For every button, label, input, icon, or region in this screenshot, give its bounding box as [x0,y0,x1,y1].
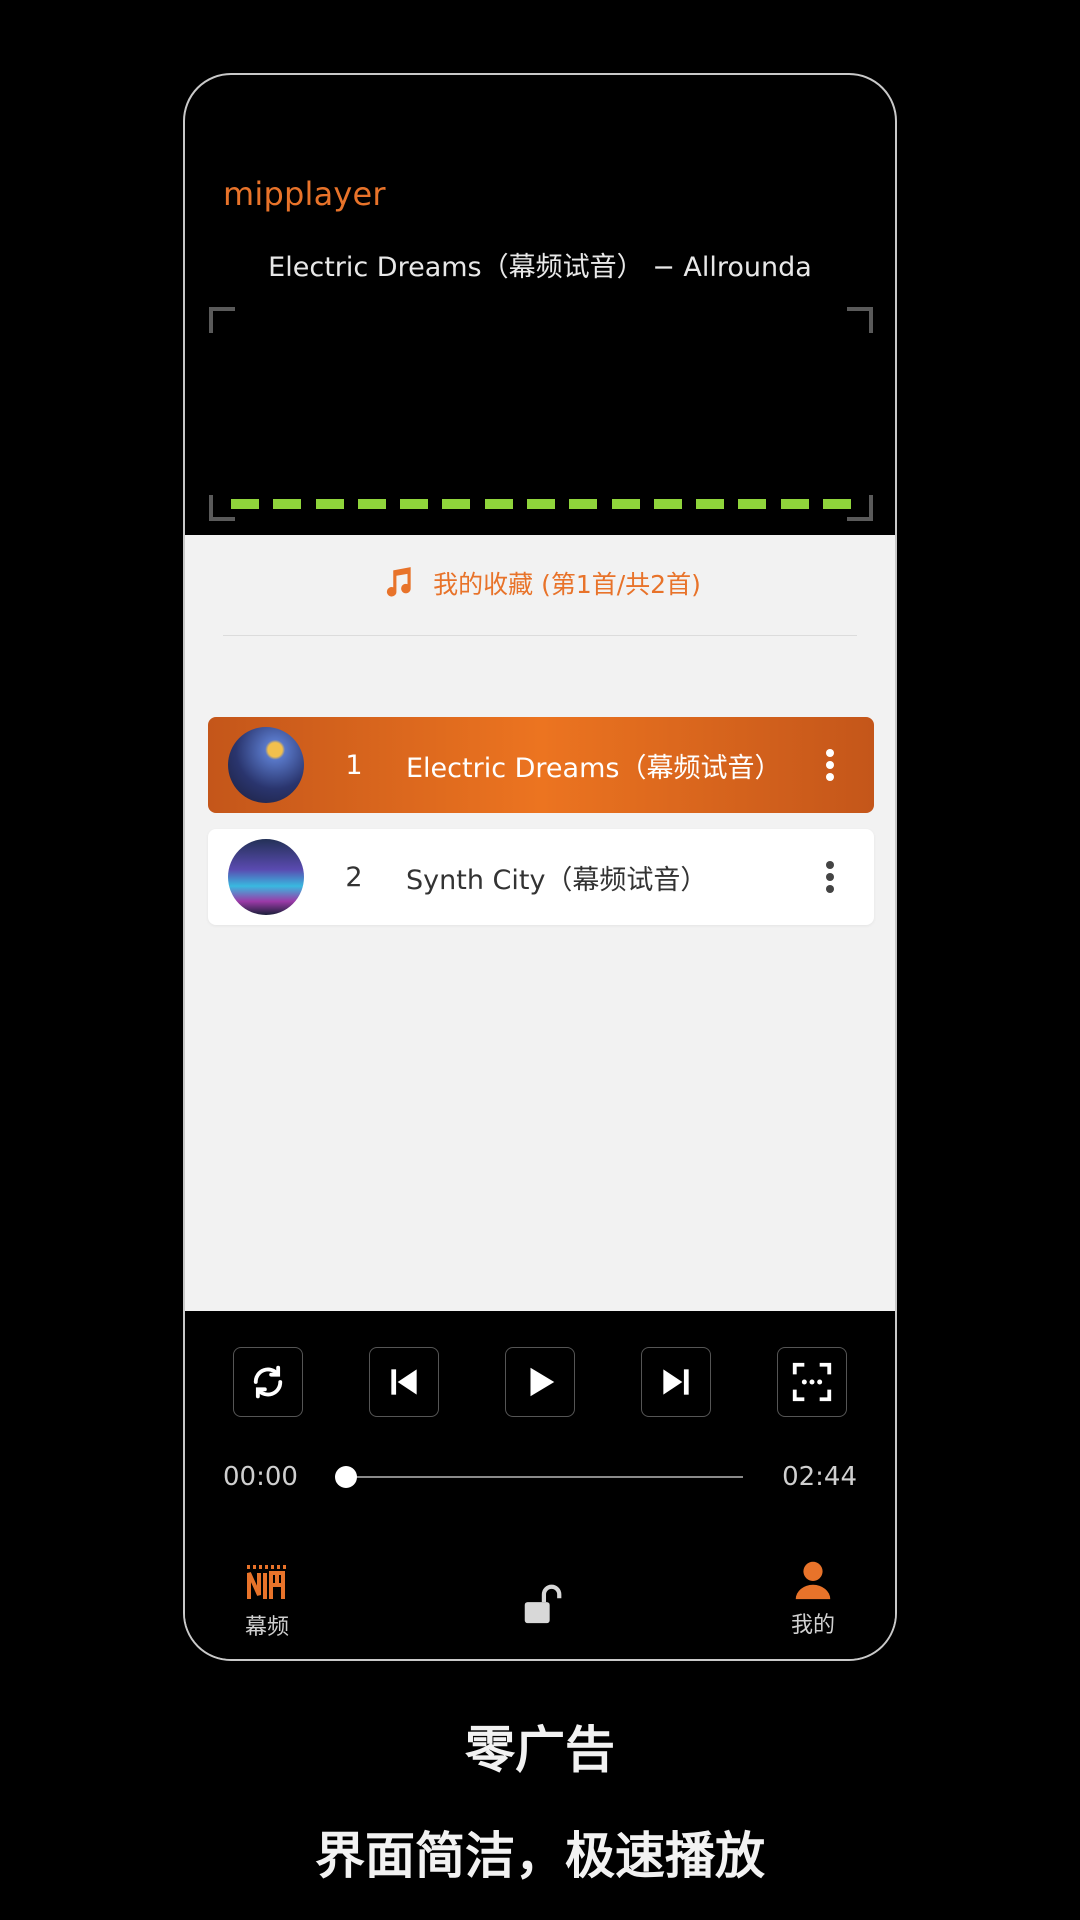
play-icon [530,1367,555,1397]
next-button[interactable] [641,1347,711,1417]
progress-bar[interactable]: 00:00 02:44 [223,1459,857,1495]
now-playing-title: Electric Dreams（幕频试音） − Allrounda [268,252,812,283]
visualizer-segment [569,499,598,509]
unlock-icon [524,1584,562,1624]
progress-knob[interactable] [335,1466,357,1488]
playlist-header-label: 我的收藏 (第1首/共2首) [433,570,701,599]
visualizer-segment [357,499,386,509]
track-number: 1 [345,749,363,781]
more-options-icon[interactable] [800,735,860,795]
visualizer-corner [209,307,235,333]
visualizer-segment [822,499,851,509]
user-profile-icon [795,1561,831,1600]
visualizer-segment [442,499,471,509]
visualizer-segment [738,499,767,509]
track-row[interactable]: 2 Synth City（幕频试音） [208,829,874,925]
more-options-icon[interactable] [800,847,860,907]
phone-frame: mipplayer Electric Dreams（幕频试音） − Allrou… [183,73,897,1661]
app-title: mipplayer [223,175,386,213]
music-note-icon [387,567,411,597]
album-cover [228,727,304,803]
previous-button[interactable] [369,1347,439,1417]
playlist-panel: 我的收藏 (第1首/共2首) 1 Electric Dreams（幕频试音） 2… [185,535,895,1311]
album-cover [228,839,304,915]
track-row-active[interactable]: 1 Electric Dreams（幕频试音） [208,717,874,813]
fullscreen-button[interactable] [777,1347,847,1417]
bottom-nav: 幕频 我的 [185,1557,895,1659]
audio-visualizer [209,307,873,521]
player-controls: 00:00 02:44 幕频 我的 [185,1311,895,1659]
visualizer-segment [484,499,513,509]
track-title: Synth City（幕频试音） [406,864,708,896]
nav-mine[interactable]: 我的 [753,1557,873,1639]
nav-left-label: 幕频 [244,1615,289,1640]
previous-icon [391,1369,417,1395]
visualizer-bars [231,499,851,509]
repeat-button[interactable] [233,1347,303,1417]
visualizer-segment [780,499,809,509]
visualizer-segment [315,499,344,509]
play-button[interactable] [505,1347,575,1417]
visualizer-segment [400,499,429,509]
visualizer-segment [611,499,640,509]
caption-headline: 零广告 [465,1721,615,1779]
next-icon [663,1369,689,1395]
visualizer-segment [653,499,682,509]
repeat-icon [253,1365,283,1399]
playlist-header[interactable]: 我的收藏 (第1首/共2首) [185,563,895,603]
visualizer-segment [696,499,725,509]
track-title: Electric Dreams（幕频试音） [406,752,782,784]
lock-button[interactable] [482,1581,602,1627]
visualizer-corner [847,307,873,333]
current-time: 00:00 [223,1462,298,1492]
visualizer-segment [273,499,302,509]
nav-right-label: 我的 [790,1613,835,1638]
total-time: 02:44 [782,1462,857,1492]
mufreq-logo-icon [247,1565,287,1599]
nav-mufreq[interactable]: 幕频 [207,1557,327,1641]
progress-track[interactable] [335,1466,743,1488]
visualizer-segment [231,499,259,509]
caption-subline: 界面简洁，极速播放 [315,1827,765,1885]
divider [223,635,857,636]
fullscreen-icon [792,1362,832,1402]
visualizer-segment [526,499,555,509]
track-number: 2 [345,861,363,893]
